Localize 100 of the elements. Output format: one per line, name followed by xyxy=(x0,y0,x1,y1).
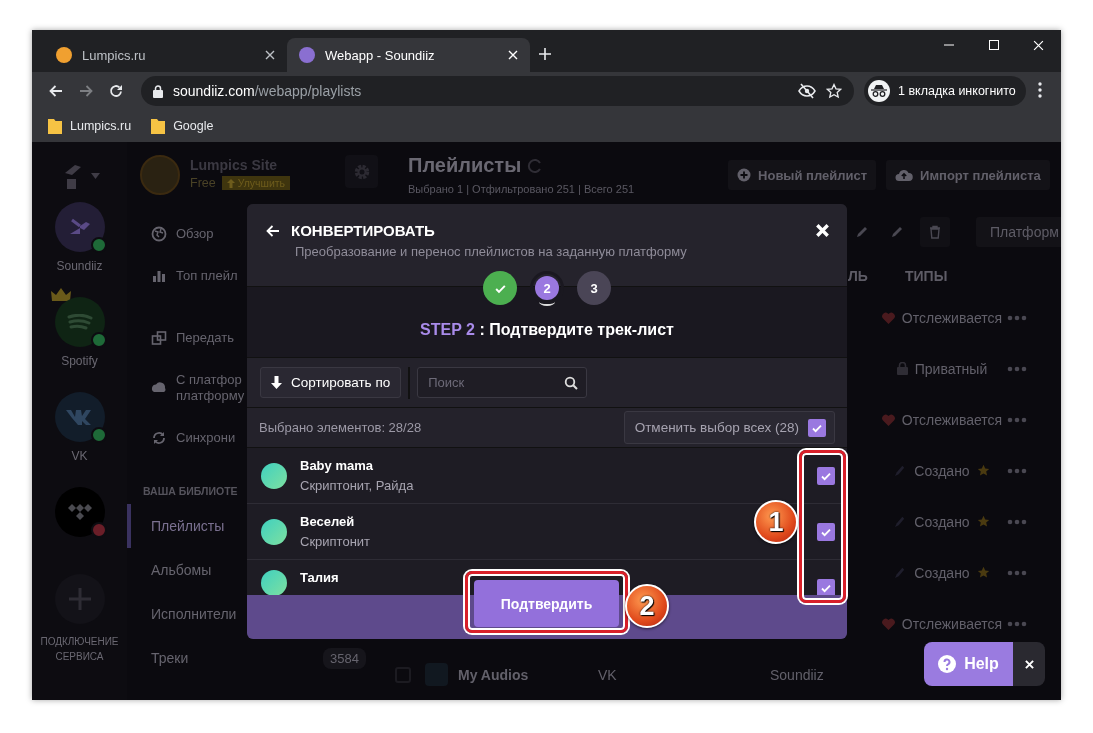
favicon-icon xyxy=(299,47,315,63)
action-button[interactable]: Новый плейлист xyxy=(728,160,877,190)
service-label: Spotify xyxy=(61,354,98,368)
type-cell: Приватный xyxy=(877,360,1007,377)
crown-icon xyxy=(50,288,71,302)
star-icon xyxy=(976,464,990,477)
library-item[interactable]: Треки 3584 xyxy=(127,636,380,680)
column-header: ТИПЫ xyxy=(905,268,948,284)
search-icon[interactable] xyxy=(564,376,579,390)
deselect-all-button[interactable]: Отменить выбор всех (28) xyxy=(623,411,835,444)
incognito-button[interactable]: 1 вкладка инкогнито xyxy=(864,76,1026,106)
service-button[interactable] xyxy=(54,297,105,347)
type-cell: Отслеживается xyxy=(877,615,1007,632)
help-button[interactable]: Help xyxy=(924,642,1013,686)
sync-icon xyxy=(151,430,167,446)
track-artist: Скриптонит xyxy=(300,534,371,549)
transfer-icon xyxy=(151,330,167,346)
browser-tab[interactable]: Webapp - Soundiiz xyxy=(287,38,530,72)
confirm-button[interactable]: Подтвердить xyxy=(474,580,619,627)
address-bar[interactable]: soundiiz.com/webapp/playlists xyxy=(141,76,854,106)
favicon-icon xyxy=(56,47,72,63)
service-logo-icon xyxy=(66,503,93,521)
chart-icon xyxy=(151,268,167,284)
eye-slash-icon[interactable] xyxy=(798,83,816,99)
platform-filter-button[interactable]: Платформ xyxy=(976,217,1061,247)
type-cell: Создано xyxy=(877,564,1007,581)
menu-icon[interactable] xyxy=(1037,81,1042,98)
folder-icon xyxy=(48,118,62,134)
type-cell: Отслеживается xyxy=(877,411,1007,428)
check-icon xyxy=(820,582,832,594)
table-cell-text: VK xyxy=(598,666,618,683)
album-art-placeholder xyxy=(261,462,287,489)
pencil-icon xyxy=(854,225,869,239)
avatar xyxy=(140,155,180,195)
track-artist: Скриптонит, Райда xyxy=(300,478,414,493)
add-service-label: ПОДКЛЮЧЕНИЕ СЕРВИСА xyxy=(39,635,120,664)
close-icon[interactable] xyxy=(265,50,275,60)
star-icon[interactable] xyxy=(826,83,842,99)
selection-count: Выбрано элементов: 28/28 xyxy=(259,420,422,435)
service-button[interactable] xyxy=(54,202,105,252)
nav-item[interactable]: Синхрони xyxy=(127,417,247,459)
type-cell: Создано xyxy=(877,462,1007,479)
nav-item[interactable]: Топ плейл xyxy=(127,255,247,297)
heart-icon xyxy=(881,617,895,630)
service-button[interactable] xyxy=(54,392,105,442)
library-item[interactable]: Исполнители xyxy=(127,592,247,636)
bookmark[interactable]: Google xyxy=(151,118,214,134)
sort-button[interactable]: Сортировать по xyxy=(260,367,402,398)
service-label: Soundiiz xyxy=(56,259,103,273)
action-button[interactable]: Импорт плейлиста xyxy=(886,160,1050,190)
folder-icon xyxy=(151,118,166,134)
table-cell: Soundiiz xyxy=(770,666,824,683)
library-item[interactable]: Альбомы xyxy=(127,548,247,592)
heart-icon xyxy=(881,413,895,426)
lock-icon xyxy=(896,362,908,375)
modal-title: КОНВЕРТИРОВАТЬ xyxy=(291,222,435,239)
help-icon xyxy=(938,655,957,673)
settings-icon xyxy=(352,162,371,181)
track-title: Талия xyxy=(300,570,339,585)
search-field[interactable]: Поиск xyxy=(417,367,588,398)
nav-item[interactable]: Обзор xyxy=(127,213,247,255)
service-logo-icon xyxy=(66,314,93,330)
arrow-down-icon xyxy=(271,376,282,389)
new-tab-icon[interactable] xyxy=(538,47,552,61)
checkbox[interactable] xyxy=(817,522,835,541)
cloud-icon xyxy=(895,168,914,182)
lock-icon xyxy=(153,84,163,98)
track-title: Веселей xyxy=(300,514,355,529)
heart-icon xyxy=(881,311,895,324)
playlist-name: My Audios xyxy=(458,666,530,683)
step-indicator: 3 xyxy=(577,271,611,305)
plus-icon xyxy=(66,586,93,612)
count-badge: 3584 xyxy=(323,647,366,669)
column-header: ЛЬ xyxy=(848,268,869,284)
plan-label: Free xyxy=(190,176,216,190)
checkbox[interactable] xyxy=(808,418,826,437)
browser-tab[interactable]: Lumpics.ru xyxy=(44,38,287,72)
bookmark[interactable]: Lumpics.ru xyxy=(48,118,132,134)
modal-subtitle: Преобразование и перенос плейлистов на заданную платформу xyxy=(295,244,688,259)
type-cell: Создано xyxy=(877,513,1007,530)
reload-icon[interactable] xyxy=(108,83,124,99)
maximize-icon[interactable] xyxy=(988,40,999,50)
incognito-icon xyxy=(871,85,887,97)
album-art-placeholder xyxy=(261,518,287,545)
step-heading: STEP 2 : Подтвердите трек-лист xyxy=(420,321,674,339)
nav-item[interactable]: С платфор платформу xyxy=(127,359,247,417)
back-arrow-icon[interactable] xyxy=(48,83,64,99)
playlist-stats: Выбрано 1 | Отфильтровано 251 | Всего 251 xyxy=(408,183,635,195)
type-cell: Отслеживается xyxy=(877,309,1007,326)
star-icon xyxy=(976,515,990,528)
plus-icon xyxy=(737,168,752,182)
service-label: VK xyxy=(71,449,88,463)
nav-item[interactable]: Передать xyxy=(127,317,247,359)
section-heading: ВАША БИБЛИОТЕ xyxy=(142,484,239,499)
arrow-up-icon xyxy=(226,178,235,188)
trash-icon xyxy=(928,225,942,239)
url-text: soundiiz.com/webapp/playlists xyxy=(173,83,363,99)
checkbox[interactable] xyxy=(817,466,835,485)
star-icon xyxy=(976,566,990,579)
page-title: Плейлисты xyxy=(408,154,522,177)
